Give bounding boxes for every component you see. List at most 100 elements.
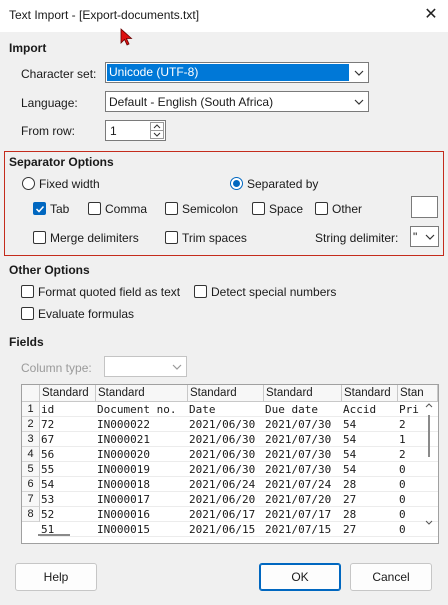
close-icon[interactable]: ✕	[421, 5, 441, 25]
space-checkbox[interactable]	[252, 202, 265, 215]
language-value: Default - English (South Africa)	[109, 95, 274, 109]
language-select[interactable]: Default - English (South Africa)	[105, 91, 369, 112]
column-type-select[interactable]	[104, 356, 187, 377]
other-label: Other	[332, 202, 363, 216]
cancel-button-label: Cancel	[372, 570, 410, 584]
row-number: 6	[22, 477, 40, 492]
table-cell: 2021/06/30	[188, 417, 264, 432]
table-cell: 2021/06/17	[188, 507, 264, 522]
table-cell: 54	[342, 462, 398, 477]
fixed-width-radio[interactable]	[22, 177, 35, 190]
fields-section-title: Fields	[9, 335, 44, 349]
row-number: 8	[22, 507, 40, 522]
table-cell: 28	[342, 477, 398, 492]
row-number: 3	[22, 432, 40, 447]
charset-select[interactable]: Unicode (UTF-8)	[105, 62, 369, 83]
table-cell: 54	[40, 477, 96, 492]
separator-section-title: Separator Options	[9, 155, 114, 169]
trim-spaces-checkbox[interactable]	[165, 231, 178, 244]
table-cell: IN000020	[96, 447, 188, 462]
chevron-down-icon	[354, 70, 364, 76]
charset-label: Character set:	[21, 67, 97, 81]
table-cell: 72	[40, 417, 96, 432]
table-cell: Accid	[342, 402, 398, 417]
spinner-arrows-icon[interactable]	[150, 122, 164, 139]
charset-value: Unicode (UTF-8)	[107, 64, 349, 81]
tab-label: Tab	[50, 202, 70, 216]
space-label: Space	[269, 202, 304, 216]
table-cell: 27	[342, 522, 398, 537]
column-header[interactable]: Standard	[342, 385, 398, 402]
string-delimiter-value: "	[413, 230, 418, 244]
evaluate-formulas-label: Evaluate formulas	[38, 307, 135, 321]
row-number: 5	[22, 462, 40, 477]
table-cell: 2021/07/30	[264, 417, 342, 432]
table-cell: 54	[342, 417, 398, 432]
row-number: 1	[22, 402, 40, 417]
table-cell: 2021/06/15	[188, 522, 264, 537]
from-row-value: 1	[110, 124, 117, 138]
row-number: 7	[22, 492, 40, 507]
chevron-down-icon	[425, 234, 435, 240]
column-header[interactable]: Standard	[40, 385, 96, 402]
checkmark-icon	[35, 205, 45, 213]
table-cell: Document no.	[96, 402, 188, 417]
table-cell: IN000021	[96, 432, 188, 447]
table-cell: 54	[342, 432, 398, 447]
column-header[interactable]: Stan	[398, 385, 438, 402]
table-cell: 55	[40, 462, 96, 477]
separated-by-radio[interactable]	[230, 177, 243, 190]
language-label: Language:	[21, 96, 78, 110]
detect-special-checkbox[interactable]	[194, 285, 207, 298]
table-cell: 52	[40, 507, 96, 522]
table-cell: 2021/07/24	[264, 477, 342, 492]
table-cell: 2021/07/30	[264, 462, 342, 477]
help-button-label: Help	[43, 570, 69, 584]
table-cell: id	[40, 402, 96, 417]
row-number: 4	[22, 447, 40, 462]
cancel-button[interactable]: Cancel	[350, 563, 432, 591]
string-delimiter-select[interactable]: "	[410, 226, 439, 247]
from-row-spinner[interactable]: 1	[105, 120, 166, 141]
table-cell: 2021/07/30	[264, 432, 342, 447]
from-row-label: From row:	[21, 124, 75, 138]
table-cell: IN000022	[96, 417, 188, 432]
horizontal-scrollbar-thumb[interactable]	[38, 534, 70, 536]
table-cell: IN000016	[96, 507, 188, 522]
ok-button[interactable]: OK	[259, 563, 341, 591]
merge-delimiters-label: Merge delimiters	[50, 231, 139, 245]
help-button[interactable]: Help	[15, 563, 97, 591]
window-title: Text Import - [Export-documents.txt]	[9, 8, 200, 22]
semicolon-checkbox[interactable]	[165, 202, 178, 215]
column-header[interactable]: Standard	[188, 385, 264, 402]
table-cell: IN000017	[96, 492, 188, 507]
table-cell: 27	[342, 492, 398, 507]
trim-spaces-label: Trim spaces	[182, 231, 247, 245]
column-header[interactable]: Standard	[264, 385, 342, 402]
other-checkbox[interactable]	[315, 202, 328, 215]
table-cell: Date	[188, 402, 264, 417]
merge-delimiters-checkbox[interactable]	[33, 231, 46, 244]
column-header[interactable]: Standard	[96, 385, 188, 402]
grid-corner	[22, 385, 40, 402]
comma-checkbox[interactable]	[88, 202, 101, 215]
evaluate-formulas-checkbox[interactable]	[21, 307, 34, 320]
comma-label: Comma	[105, 202, 148, 216]
table-cell: 2021/07/20	[264, 492, 342, 507]
table-cell: 2021/07/17	[264, 507, 342, 522]
other-separator-input[interactable]	[411, 196, 438, 218]
import-section-title: Import	[9, 41, 47, 55]
table-cell: 54	[342, 447, 398, 462]
preview-grid[interactable]: Standard Standard Standard Standard Standard…	[21, 384, 439, 544]
separated-by-label: Separated by	[247, 177, 319, 191]
semicolon-label: Semicolon	[182, 202, 239, 216]
table-cell: 53	[40, 492, 96, 507]
vertical-scrollbar[interactable]	[423, 401, 435, 527]
other-options-section-title: Other Options	[9, 263, 90, 277]
chevron-down-icon	[354, 99, 364, 105]
table-cell: 2021/07/15	[264, 522, 342, 537]
tab-checkbox[interactable]	[33, 202, 46, 215]
table-cell: 2021/06/20	[188, 492, 264, 507]
column-type-label: Column type:	[21, 361, 92, 375]
format-quoted-checkbox[interactable]	[21, 285, 34, 298]
